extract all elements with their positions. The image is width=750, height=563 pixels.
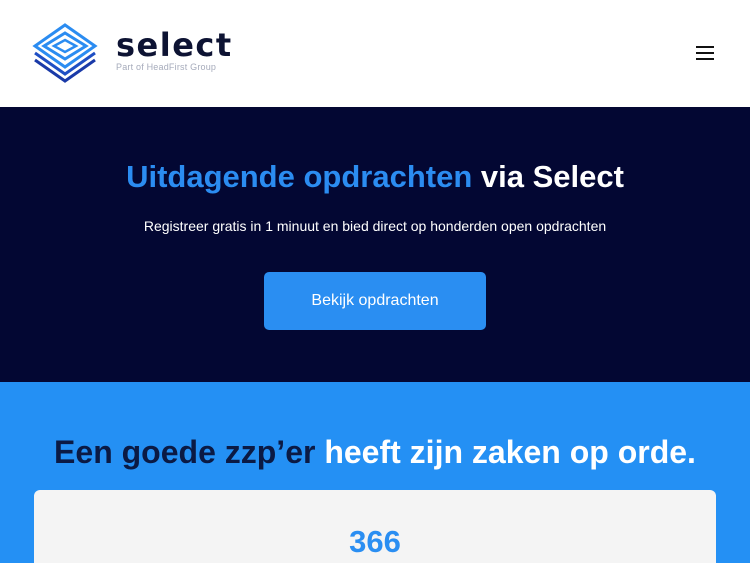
hero-title-plain: via Select [480, 159, 624, 194]
hero-section: Uitdagende opdrachten via Select Registr… [0, 107, 750, 382]
site-header: select Part of HeadFirst Group [0, 0, 750, 107]
logo-wordmark: select [116, 26, 233, 64]
stats-title: Een goede zzp’er heeft zijn zaken op ord… [0, 433, 750, 471]
view-assignments-button[interactable]: Bekijk opdrachten [264, 272, 486, 330]
select-logo[interactable]: select Part of HeadFirst Group [32, 22, 233, 84]
select-logo-icon [32, 23, 98, 83]
stats-section: Een goede zzp’er heeft zijn zaken op ord… [0, 382, 750, 563]
hamburger-menu-icon[interactable] [694, 44, 718, 62]
hero-subtitle: Registreer gratis in 1 minuut en bied di… [143, 218, 607, 234]
logo-tagline: Part of HeadFirst Group [116, 62, 217, 72]
hero-title: Uitdagende opdrachten via Select [0, 159, 750, 195]
stats-title-light: heeft zijn zaken op orde. [324, 434, 696, 470]
stats-title-dark: Een goede zzp’er [54, 434, 316, 470]
stat-number: 366 [349, 524, 401, 559]
stat-card: 366 [34, 490, 716, 563]
hero-title-accent: Uitdagende opdrachten [126, 159, 473, 194]
